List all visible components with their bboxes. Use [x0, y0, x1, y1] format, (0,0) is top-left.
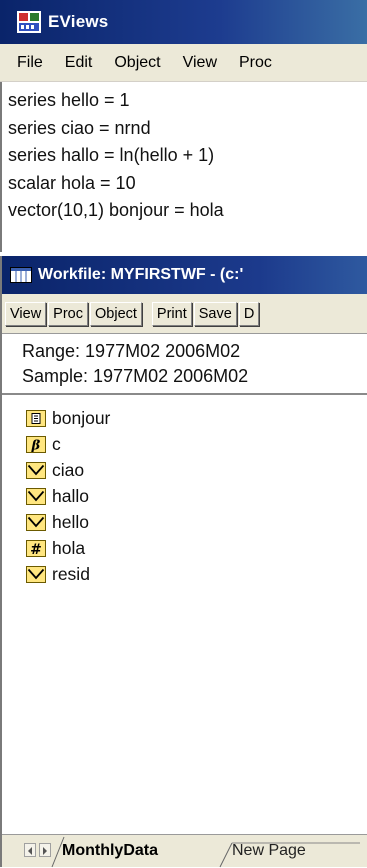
command-line: scalar hola = 10	[8, 172, 136, 193]
series-icon	[26, 461, 46, 479]
menu-object[interactable]: Object	[103, 54, 171, 72]
svg-text:β: β	[31, 438, 41, 452]
menu-bar: File Edit Object View Proc	[0, 44, 367, 82]
command-window[interactable]: series hello = 1 series ciao = nrnd seri…	[0, 82, 367, 252]
eviews-logo-icon	[16, 9, 42, 35]
series-icon	[26, 487, 46, 505]
object-list: bonjour β c ciao hallo hello # hola resi…	[2, 399, 367, 834]
command-line: series hallo = ln(hello + 1)	[8, 145, 215, 165]
list-item[interactable]: ciao	[26, 457, 367, 483]
range-line[interactable]: Range: 1977M02 2006M02	[22, 339, 367, 364]
menu-view[interactable]: View	[172, 54, 228, 72]
sample-line[interactable]: Sample: 1977M02 2006M02	[22, 364, 367, 389]
app-title-bar: EViews	[0, 0, 367, 44]
object-name: hello	[52, 511, 89, 532]
scalar-icon: #	[26, 539, 46, 557]
details-button[interactable]: D	[238, 301, 260, 326]
list-item[interactable]: β c	[26, 431, 367, 457]
svg-text:#: #	[30, 542, 42, 556]
object-button[interactable]: Object	[90, 301, 142, 326]
coefficient-icon: β	[26, 435, 46, 453]
object-name: resid	[52, 563, 90, 584]
object-name: bonjour	[52, 407, 111, 428]
app-title: EViews	[48, 12, 109, 31]
list-item[interactable]: hallo	[26, 483, 367, 509]
menu-proc[interactable]: Proc	[228, 54, 283, 72]
list-item[interactable]: bonjour	[26, 405, 367, 431]
object-name: hola	[52, 537, 86, 558]
workfile-title: Workfile: MYFIRSTWF - (c:'	[38, 266, 244, 283]
workfile-tab-bar: MonthlyData New Page	[2, 834, 367, 868]
tab-monthlydata[interactable]: MonthlyData	[62, 835, 158, 867]
command-line: vector(10,1) bonjour = hola	[8, 200, 224, 220]
list-item[interactable]: # hola	[26, 535, 367, 561]
menu-edit[interactable]: Edit	[54, 54, 104, 72]
object-name: c	[52, 433, 61, 454]
save-button[interactable]: Save	[193, 301, 237, 326]
series-icon	[26, 565, 46, 583]
tab-new-page[interactable]: New Page	[232, 835, 306, 867]
menu-file[interactable]: File	[6, 54, 54, 72]
command-line: series hello = 1	[8, 90, 130, 110]
tab-scroll-left-button[interactable]	[24, 843, 36, 857]
workfile-window: Workfile: MYFIRSTWF - (c:' View Proc Obj…	[0, 256, 367, 868]
workfile-info-panel[interactable]: Range: 1977M02 2006M02 Sample: 1977M02 2…	[2, 335, 367, 395]
workfile-window-icon	[10, 267, 32, 283]
print-button[interactable]: Print	[151, 301, 192, 326]
object-name: hallo	[52, 485, 89, 506]
list-item[interactable]: hello	[26, 509, 367, 535]
workfile-toolbar: View Proc Object Print Save D	[2, 294, 367, 334]
workfile-title-bar[interactable]: Workfile: MYFIRSTWF - (c:'	[2, 256, 367, 294]
series-icon	[26, 513, 46, 531]
view-button[interactable]: View	[5, 301, 47, 326]
list-item[interactable]: resid	[26, 561, 367, 587]
command-line: series ciao = nrnd	[8, 117, 151, 138]
proc-button[interactable]: Proc	[48, 301, 88, 326]
object-name: ciao	[52, 459, 85, 480]
vector-icon	[26, 409, 46, 427]
